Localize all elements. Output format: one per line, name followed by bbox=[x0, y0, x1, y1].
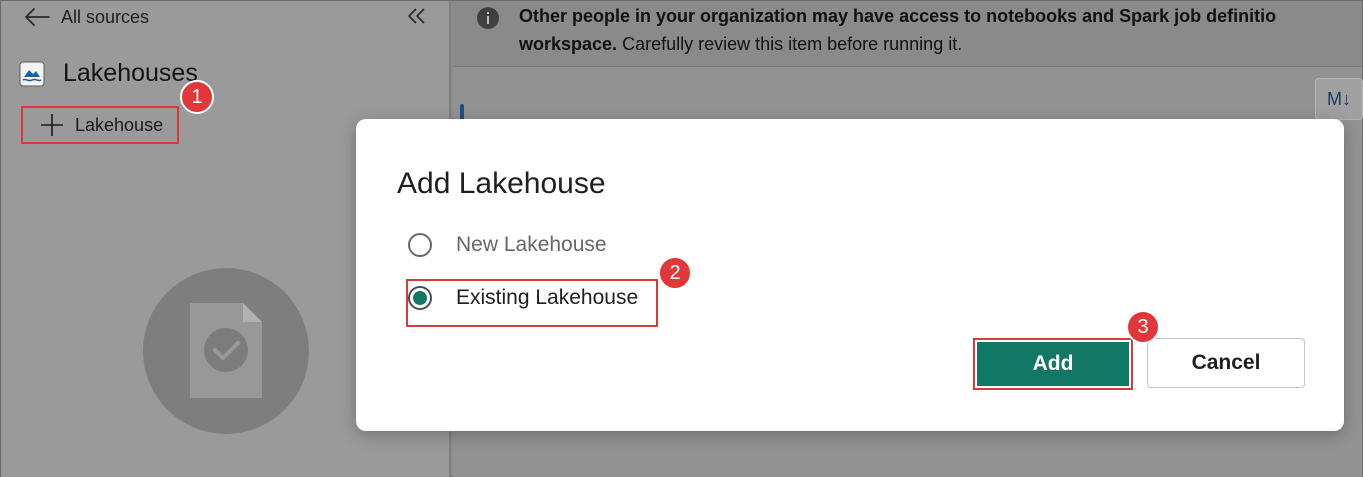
plus-icon bbox=[41, 114, 63, 136]
add-button[interactable]: Add bbox=[977, 342, 1129, 386]
option-new-lakehouse-label: New Lakehouse bbox=[456, 233, 607, 256]
add-lakehouse-button[interactable]: Lakehouse bbox=[21, 106, 179, 144]
radio-existing-lakehouse[interactable] bbox=[408, 286, 432, 310]
add-lakehouse-dialog: Add Lakehouse New Lakehouse Existing Lak… bbox=[356, 119, 1344, 431]
step-badge-3: 3 bbox=[1126, 310, 1160, 344]
banner-rest-text: Carefully review this item before runnin… bbox=[617, 34, 963, 54]
back-arrow-icon bbox=[25, 8, 50, 26]
lakehouse-icon bbox=[19, 61, 45, 86]
dialog-title: Add Lakehouse bbox=[397, 167, 606, 200]
step-badge-1: 1 bbox=[180, 80, 214, 114]
step-badge-2: 2 bbox=[658, 256, 692, 290]
highlight-add-button: Add bbox=[973, 338, 1133, 390]
collapse-icon[interactable] bbox=[404, 4, 428, 28]
option-new-lakehouse[interactable]: New Lakehouse bbox=[408, 233, 607, 257]
option-existing-lakehouse-label: Existing Lakehouse bbox=[456, 286, 639, 309]
markdown-cell-button[interactable]: M↓ bbox=[1315, 78, 1363, 120]
banner-text-line2: workspace. Carefully review this item be… bbox=[519, 34, 962, 55]
empty-state-illustration bbox=[143, 268, 309, 434]
back-label: All sources bbox=[61, 6, 150, 27]
back-to-all-sources[interactable]: All sources bbox=[23, 3, 149, 31]
security-banner: Other people in your organization may ha… bbox=[453, 1, 1362, 67]
banner-bold-text: workspace. bbox=[519, 34, 618, 54]
banner-text-line1: Other people in your organization may ha… bbox=[519, 6, 1277, 26]
info-icon bbox=[477, 7, 499, 29]
radio-selected-dot bbox=[413, 291, 427, 305]
section-title: Lakehouses bbox=[63, 59, 198, 87]
option-existing-lakehouse[interactable]: Existing Lakehouse bbox=[408, 286, 638, 310]
document-check-icon bbox=[190, 303, 262, 398]
lakehouses-section-header: Lakehouses bbox=[19, 59, 198, 88]
radio-new-lakehouse[interactable] bbox=[408, 233, 432, 257]
add-lakehouse-label: Lakehouse bbox=[75, 114, 164, 135]
cancel-button[interactable]: Cancel bbox=[1147, 338, 1305, 388]
